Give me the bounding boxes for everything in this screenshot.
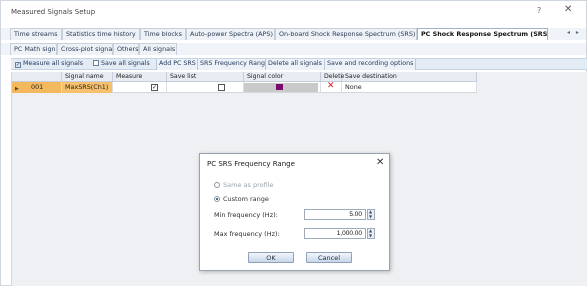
row-id: 001 — [31, 83, 44, 91]
row-id-cell[interactable]: ▶ 001 — [12, 82, 62, 93]
min-frequency-spinner[interactable]: ▲ ▼ — [367, 209, 375, 220]
measure-all-label: Measure all signals — [23, 60, 84, 67]
save-list-cell — [167, 82, 244, 93]
srs-frequency-range-dialog: PC SRS Frequency Range ✕ Same as profile… — [199, 153, 390, 271]
tab-scroll-icons[interactable]: ◂ ▸ — [567, 29, 581, 36]
add-pc-srs-button[interactable]: Add PC SRS — [156, 59, 199, 70]
save-list-checkbox[interactable] — [218, 84, 225, 91]
signal-name-cell[interactable]: MaxSRS(Ch1) — [62, 82, 113, 93]
srs-frequency-range-button[interactable]: SRS Frequency Range — [197, 59, 272, 70]
help-icon[interactable]: ? — [537, 6, 541, 15]
tab-all-signals[interactable]: All signals — [139, 43, 177, 55]
ok-button[interactable]: OK — [248, 252, 294, 263]
table-row[interactable]: ▶ 001 MaxSRS(Ch1) ✓ ✕ None — [12, 81, 477, 93]
tab-pc-srs[interactable]: PC Shock Response Spectrum (SRS) — [417, 28, 548, 40]
tab-others[interactable]: Others — [113, 43, 139, 55]
header-signal-name: Signal name — [62, 72, 113, 82]
measured-signals-window: Measured Signals Setup ? ✕ Time streams … — [0, 0, 587, 286]
header-save-destination: Save destination — [342, 72, 477, 82]
tab-cross-plot-signals[interactable]: Cross-plot signals — [57, 43, 113, 55]
title-bar: Measured Signals Setup ? ✕ — [1, 1, 586, 23]
save-all-toggle[interactable]: Save all signals — [91, 59, 152, 70]
custom-range-label: Custom range — [223, 195, 269, 203]
table-header: Signal name Measure Save list Signal col… — [12, 72, 477, 82]
tab-auto-power-spectra[interactable]: Auto-power Spectra (APS) — [186, 28, 275, 40]
header-row-selector — [12, 72, 62, 82]
measure-all-checkbox[interactable]: ✓ — [15, 62, 21, 68]
max-frequency-input[interactable] — [304, 228, 366, 239]
delete-all-signals-button[interactable]: Delete all signals — [265, 59, 325, 70]
dialog-title: PC SRS Frequency Range — [207, 160, 295, 168]
window-title: Measured Signals Setup — [11, 8, 96, 16]
save-all-checkbox[interactable] — [93, 60, 99, 66]
min-frequency-input[interactable] — [304, 209, 366, 220]
tab-statistics-time-history[interactable]: Statistics time history — [62, 28, 140, 40]
min-frequency-label: Min frequency (Hz): — [214, 211, 278, 219]
header-save-list: Save list — [167, 72, 244, 82]
save-all-label: Save all signals — [101, 60, 150, 67]
signal-color-cell — [244, 82, 321, 93]
custom-range-radio[interactable] — [214, 196, 220, 202]
tab-row-secondary: PC Math signals Cross-plot signals Other… — [1, 43, 586, 55]
dialog-close-icon[interactable]: ✕ — [376, 157, 384, 168]
tab-onboard-srs[interactable]: On-board Shock Response Spectrum (SRS) — [275, 28, 417, 40]
spin-down-icon[interactable]: ▼ — [369, 215, 372, 219]
tab-row-primary: Time streams Statistics time history Tim… — [1, 28, 586, 40]
save-destination-cell[interactable]: None — [342, 82, 477, 93]
cancel-button[interactable]: Cancel — [306, 252, 352, 263]
save-recording-options-button[interactable]: Save and recording options — [324, 59, 417, 70]
signal-color-swatch[interactable] — [276, 84, 283, 90]
delete-cell: ✕ — [321, 81, 342, 93]
tab-time-streams[interactable]: Time streams — [10, 28, 62, 40]
signals-toolbar: ✓ Measure all signals Save all signals Ad… — [11, 58, 587, 70]
close-icon[interactable]: ✕ — [564, 4, 572, 15]
tab-time-blocks[interactable]: Time blocks — [140, 28, 186, 40]
measure-all-toggle[interactable]: ✓ Measure all signals — [13, 59, 85, 70]
max-frequency-label: Max frequency (Hz): — [214, 230, 280, 238]
tab-pc-math-signals[interactable]: PC Math signals — [10, 43, 57, 55]
spin-down-icon[interactable]: ▼ — [369, 234, 372, 238]
same-as-profile-radio[interactable] — [214, 182, 220, 188]
row-selected-indicator-icon: ▶ — [15, 86, 19, 92]
delete-icon[interactable]: ✕ — [327, 81, 335, 91]
max-frequency-spinner[interactable]: ▲ ▼ — [367, 228, 375, 239]
same-as-profile-label: Same as profile — [223, 181, 274, 189]
header-signal-color: Signal color — [244, 72, 321, 82]
measure-checkbox[interactable]: ✓ — [151, 84, 158, 91]
measure-cell: ✓ — [113, 82, 167, 93]
header-measure: Measure — [113, 72, 167, 82]
